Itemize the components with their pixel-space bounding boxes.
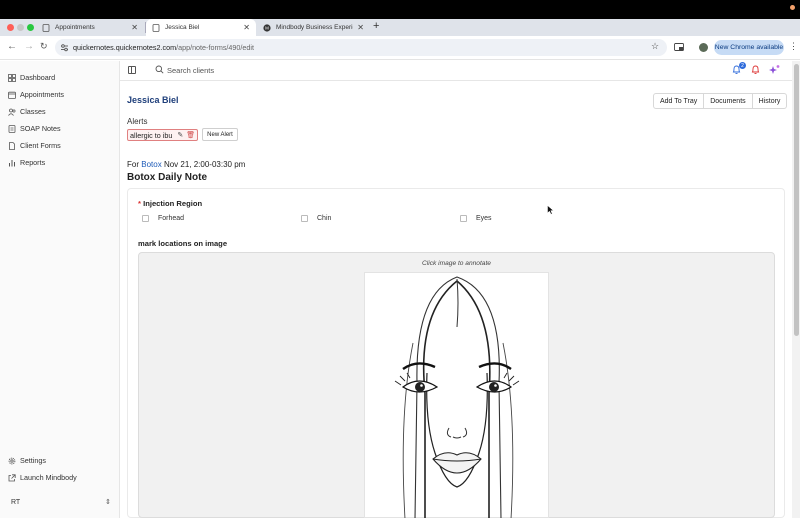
- recording-indicator-icon: [790, 5, 795, 10]
- chart-icon: [8, 159, 16, 167]
- appointment-datetime: Nov 21, 2:00-03:30 pm: [163, 160, 246, 169]
- chevron-up-down-icon[interactable]: ⇕: [105, 498, 111, 506]
- sidebar-item-dashboard[interactable]: Dashboard: [8, 73, 55, 82]
- toggle-sidebar-icon[interactable]: [128, 66, 136, 74]
- note-service-line: For Botox Nov 21, 2:00-03:30 pm: [127, 160, 245, 169]
- sidebar-item-launch-mindbody[interactable]: Launch Mindbody: [8, 473, 77, 482]
- sidebar-item-reports[interactable]: Reports: [8, 158, 45, 167]
- tab-close-icon[interactable]: ✕: [243, 23, 250, 32]
- soap-notes-icon: [8, 124, 16, 133]
- tab-label: Jessica Biel: [165, 24, 200, 31]
- cast-icon[interactable]: [674, 43, 684, 52]
- search-icon: [155, 65, 164, 74]
- tab-jessica-biel[interactable]: Jessica Biel ✕: [146, 19, 256, 36]
- checkbox-forehead[interactable]: Forhead: [142, 215, 184, 222]
- click-to-annotate-hint: Click image to annotate: [422, 260, 491, 267]
- calendar-icon: [8, 91, 16, 99]
- sidebar-item-classes[interactable]: Classes: [8, 107, 46, 116]
- sidebar-item-label: Dashboard: [20, 73, 56, 82]
- search-clients-input[interactable]: Search clients: [167, 66, 214, 75]
- alert-text: allergic to ibu: [130, 130, 173, 140]
- app-header: [120, 61, 800, 81]
- bookmark-star-icon[interactable]: ☆: [651, 41, 659, 52]
- checkbox-box[interactable]: [142, 215, 149, 222]
- scrollbar-thumb[interactable]: [794, 64, 799, 336]
- tab-close-icon[interactable]: ✕: [131, 23, 138, 32]
- note-title: Botox Daily Note: [127, 172, 208, 183]
- for-prefix: For: [127, 160, 139, 169]
- mark-locations-label: mark locations on image: [138, 239, 228, 248]
- sidebar-item-label: Client Forms: [20, 141, 61, 150]
- url-path: /app/note-forms/490/edit: [176, 43, 254, 52]
- sidebar-item-label: Appointments: [20, 90, 64, 99]
- minimize-window-button[interactable]: [17, 24, 24, 31]
- checkbox-label: Chin: [317, 215, 332, 222]
- new-tab-button[interactable]: +: [373, 20, 379, 32]
- checkbox-box[interactable]: [460, 215, 467, 222]
- injection-region-label: * Injection Region: [138, 199, 202, 208]
- user-initials[interactable]: RT: [11, 499, 20, 506]
- back-icon[interactable]: ←: [7, 41, 17, 52]
- tab-close-icon[interactable]: ✕: [357, 23, 364, 32]
- sidebar-item-label: Settings: [20, 456, 46, 465]
- checkbox-box[interactable]: [301, 215, 308, 222]
- maximize-window-button[interactable]: [27, 24, 34, 31]
- url-host: quickernotes.quickernotes2.com: [73, 43, 177, 52]
- reload-icon[interactable]: ↻: [40, 41, 48, 52]
- window-titlebar: [0, 0, 800, 19]
- alert-chip: allergic to ibu ✎ 🗑: [127, 129, 198, 141]
- svg-text:M: M: [265, 25, 269, 30]
- page-icon: [42, 23, 50, 32]
- sidebar-item-label: SOAP Notes: [20, 124, 61, 133]
- checkbox-eyes[interactable]: Eyes: [460, 215, 492, 222]
- face-diagram-image[interactable]: [364, 272, 549, 518]
- sidebar-item-label: Launch Mindbody: [20, 473, 77, 482]
- mindbody-logo-icon: M: [263, 23, 271, 32]
- face-illustration: [394, 276, 520, 518]
- users-icon: [8, 108, 16, 116]
- checkbox-label: Eyes: [476, 215, 492, 222]
- sidebar-item-client-forms[interactable]: Client Forms: [8, 141, 61, 150]
- forward-icon[interactable]: →: [24, 41, 34, 52]
- tab-mindbody[interactable]: M Mindbody Business Experien ✕: [257, 19, 370, 36]
- gear-icon: [8, 457, 16, 465]
- new-alert-button[interactable]: New Alert: [202, 128, 238, 141]
- add-to-tray-button[interactable]: Add To Tray: [654, 94, 703, 108]
- checkbox-label: Forhead: [158, 215, 185, 222]
- service-link[interactable]: Botox: [141, 160, 161, 169]
- browser-menu-icon[interactable]: ⋮: [789, 41, 798, 52]
- dashboard-icon: [8, 73, 16, 82]
- delete-trash-icon[interactable]: 🗑: [186, 131, 195, 139]
- launch-icon: [8, 473, 16, 482]
- alerts-heading: Alerts: [127, 117, 148, 126]
- checkbox-chin[interactable]: Chin: [301, 215, 331, 222]
- sidebar-item-soap-notes[interactable]: SOAP Notes: [8, 124, 61, 133]
- profile-avatar[interactable]: [699, 43, 708, 52]
- site-settings-icon[interactable]: [60, 43, 69, 52]
- sidebar-item-appointments[interactable]: Appointments: [8, 90, 64, 99]
- notification-count-badge: 2: [739, 62, 746, 69]
- client-name-link[interactable]: Jessica Biel: [127, 95, 179, 105]
- close-window-button[interactable]: [7, 24, 14, 31]
- sidebar-item-label: Reports: [20, 158, 46, 167]
- mouse-cursor-icon: [547, 205, 554, 215]
- new-chrome-available-button[interactable]: New Chrome available: [714, 40, 784, 55]
- tab-label: Mindbody Business Experien: [276, 24, 354, 31]
- ai-sparkle-icon[interactable]: [769, 64, 780, 75]
- sidebar-item-settings[interactable]: Settings: [8, 456, 46, 465]
- tab-label: Appointments: [55, 24, 95, 31]
- history-button[interactable]: History: [751, 94, 787, 108]
- alerts-bell-icon[interactable]: [750, 64, 761, 75]
- url-text: quickernotes.quickernotes2.com/app/note-…: [73, 43, 254, 52]
- forms-icon: [8, 141, 16, 150]
- required-star: *: [138, 199, 141, 208]
- page-icon: [152, 23, 160, 32]
- edit-pencil-icon[interactable]: ✎: [177, 131, 183, 139]
- documents-button[interactable]: Documents: [703, 94, 751, 108]
- injection-region-text: Injection Region: [143, 199, 203, 208]
- sidebar-item-label: Classes: [20, 107, 46, 116]
- tab-appointments[interactable]: Appointments ✕: [36, 19, 144, 36]
- client-actions: Add To Tray Documents History: [653, 93, 788, 109]
